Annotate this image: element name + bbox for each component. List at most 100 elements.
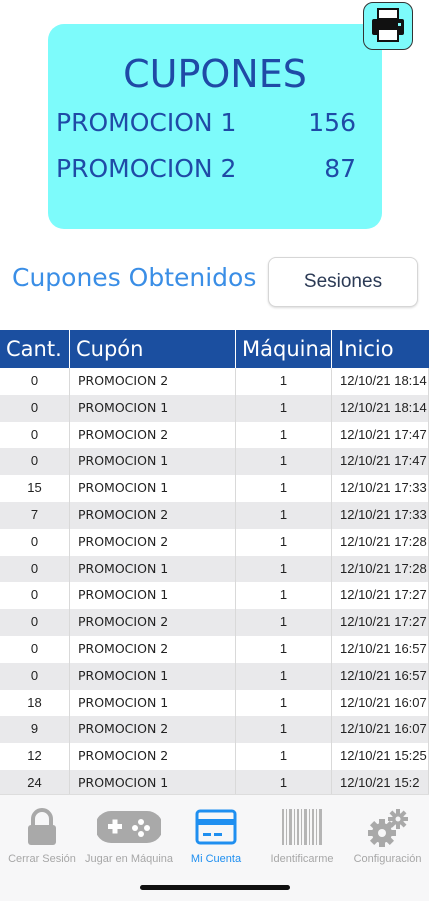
tab-logout[interactable]: Cerrar Sesión [0,795,84,875]
column-header-start[interactable]: Inicio [332,330,429,368]
cell-start: 12/10/21 17:33 [332,501,429,529]
table-row[interactable]: 0 PROMOCION 2 1 12/10/21 17:47 [0,421,429,449]
promotion-name: PROMOCION 2 [56,154,237,183]
cell-start: 12/10/21 17:27 [332,609,429,636]
cell-start: 12/10/21 16:07 [332,689,429,717]
cell-quantity: 12 [0,743,70,770]
cell-quantity: 0 [0,394,70,422]
sessions-button[interactable]: Sesiones [268,257,418,307]
table-row[interactable]: 24 PROMOCION 1 1 12/10/21 15:2 [0,769,429,797]
table-row[interactable]: 0 PROMOCION 1 1 12/10/21 16:57 [0,662,429,690]
table-header: Cant. Cupón Máquina Inicio [0,330,429,368]
cell-machine: 1 [236,769,332,797]
column-header-quantity[interactable]: Cant. [0,330,70,368]
cell-machine: 1 [236,635,332,663]
cell-machine: 1 [236,609,332,636]
tab-label: Configuración [353,853,422,865]
table-row[interactable]: 0 PROMOCION 1 1 12/10/21 18:14 [0,394,429,422]
cell-coupon: PROMOCION 1 [70,448,236,476]
table-row[interactable]: 18 PROMOCION 1 1 12/10/21 16:07 [0,689,429,717]
cell-machine: 1 [236,662,332,690]
table-row[interactable]: 12 PROMOCION 2 1 12/10/21 15:25 [0,743,429,770]
column-header-machine[interactable]: Máquina [236,330,332,368]
table-row[interactable]: 0 PROMOCION 2 1 12/10/21 18:14 [0,368,429,395]
cell-coupon: PROMOCION 1 [70,475,236,502]
cell-quantity: 24 [0,769,70,797]
tab-settings[interactable]: Configuración [346,795,429,875]
cell-machine: 1 [236,582,332,610]
table-row[interactable]: 7 PROMOCION 2 1 12/10/21 17:33 [0,501,429,529]
cell-coupon: PROMOCION 1 [70,662,236,690]
cell-start: 12/10/21 15:2 [332,769,429,797]
table-row[interactable]: 15 PROMOCION 1 1 12/10/21 17:33 [0,475,429,502]
cell-start: 12/10/21 17:28 [332,555,429,583]
printer-icon [372,8,404,42]
cell-machine: 1 [236,743,332,770]
cell-coupon: PROMOCION 1 [70,555,236,583]
cell-coupon: PROMOCION 2 [70,421,236,449]
cell-quantity: 7 [0,501,70,529]
cell-quantity: 0 [0,662,70,690]
promotion-count: 87 [324,154,356,183]
cell-coupon: PROMOCION 1 [70,394,236,422]
cell-machine: 1 [236,368,332,395]
gears-icon [367,809,408,847]
cell-quantity: 0 [0,555,70,583]
cell-quantity: 18 [0,689,70,717]
tab-label: Cerrar Sesión [8,853,76,865]
cell-quantity: 0 [0,368,70,395]
cell-quantity: 9 [0,716,70,744]
tab-play-machine[interactable]: Jugar en Máquina [84,795,174,875]
cell-coupon: PROMOCION 2 [70,368,236,395]
promotion-name: PROMOCION 1 [56,108,237,137]
table-row[interactable]: 9 PROMOCION 2 1 12/10/21 16:07 [0,716,429,744]
cell-machine: 1 [236,555,332,583]
cell-machine: 1 [236,475,332,502]
cell-machine: 1 [236,421,332,449]
table-row[interactable]: 0 PROMOCION 2 1 12/10/21 17:28 [0,528,429,556]
cell-coupon: PROMOCION 2 [70,635,236,663]
lock-icon [28,808,56,845]
tab-label: Mi Cuenta [190,853,242,865]
promotion-count: 156 [308,108,356,137]
column-header-coupon[interactable]: Cupón [70,330,236,368]
table-body: 0 PROMOCION 2 1 12/10/21 18:14 0 PROMOCION 11… [0,368,429,797]
cell-quantity: 15 [0,475,70,502]
table-row[interactable]: 0 PROMOCION 2 1 12/10/21 17:27 [0,609,429,636]
tab-identify[interactable]: Identificarme [258,795,346,875]
cell-start: 12/10/21 17:47 [332,448,429,476]
cell-machine: 1 [236,501,332,529]
cell-start: 12/10/21 18:14 [332,368,429,395]
cell-start: 12/10/21 17:33 [332,475,429,502]
cell-start: 12/10/21 17:47 [332,421,429,449]
coupons-table: Cant. Cupón Máquina Inicio 0 PROMOCION 21… [0,330,429,797]
promotion-2-row: PROMOCION 2 87 [56,154,356,184]
tab-label: Jugar en Máquina [84,853,174,865]
cell-quantity: 0 [0,448,70,476]
summary-title: CUPONES [123,52,307,96]
card-icon [195,809,237,845]
cell-coupon: PROMOCION 2 [70,609,236,636]
cell-coupon: PROMOCION 2 [70,501,236,529]
cell-quantity: 0 [0,421,70,449]
tab-my-account[interactable]: Mi Cuenta [174,795,258,875]
cell-quantity: 0 [0,635,70,663]
cell-start: 12/10/21 15:25 [332,743,429,770]
cell-machine: 1 [236,689,332,717]
cell-machine: 1 [236,716,332,744]
table-row[interactable]: 0 PROMOCION 1 1 12/10/21 17:47 [0,448,429,476]
cell-quantity: 0 [0,609,70,636]
print-button[interactable] [363,2,413,50]
cell-start: 12/10/21 18:14 [332,394,429,422]
cell-coupon: PROMOCION 1 [70,689,236,717]
section-title: Cupones Obtenidos [12,263,257,292]
cell-coupon: PROMOCION 2 [70,743,236,770]
cell-quantity: 0 [0,582,70,610]
cell-quantity: 0 [0,528,70,556]
table-row[interactable]: 0 PROMOCION 1 1 12/10/21 17:27 [0,582,429,610]
table-row[interactable]: 0 PROMOCION 1 1 12/10/21 17:28 [0,555,429,583]
cell-start: 12/10/21 17:27 [332,582,429,610]
table-row[interactable]: 0 PROMOCION 2 1 12/10/21 16:57 [0,635,429,663]
cell-coupon: PROMOCION 1 [70,769,236,797]
cell-start: 12/10/21 16:57 [332,662,429,690]
